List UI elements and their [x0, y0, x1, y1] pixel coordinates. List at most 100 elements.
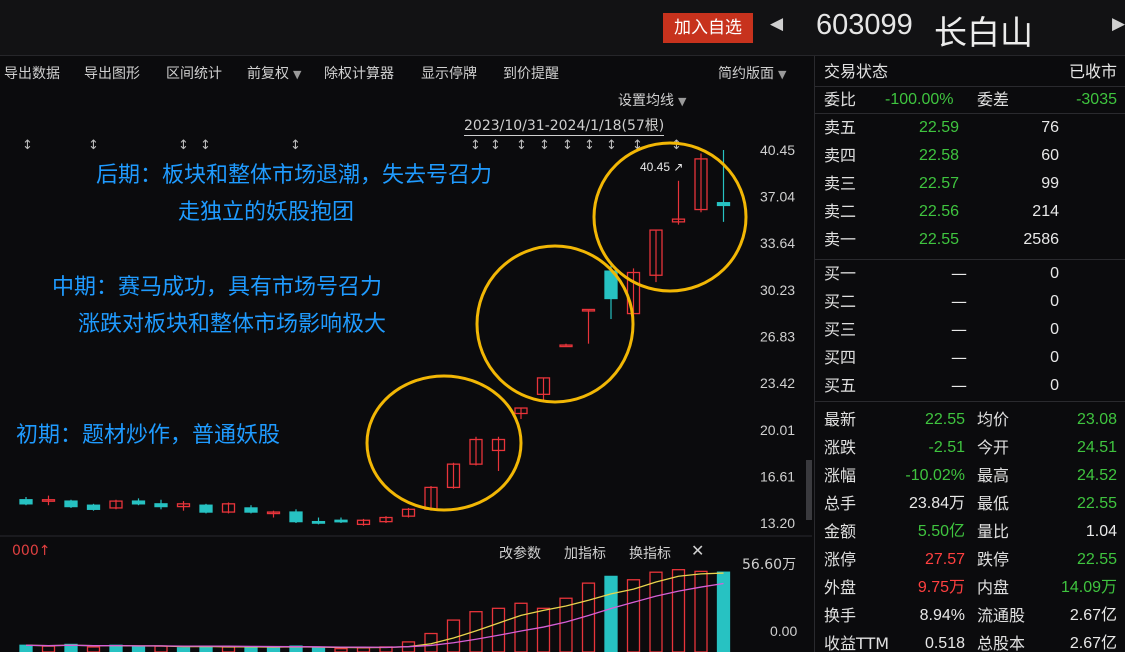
- event-marker-icon[interactable]: ↕: [470, 138, 481, 153]
- event-marker-icon[interactable]: ↕: [178, 138, 189, 153]
- stat-value: 5.50亿: [917, 523, 965, 540]
- volume-bar: [491, 607, 506, 652]
- buy-level-price: —: [951, 292, 967, 311]
- sell-level-volume: 2586: [1023, 231, 1059, 248]
- y-tick-label: 13.20: [760, 515, 795, 531]
- stat-label: 收益TTM: [824, 634, 890, 652]
- event-marker-icon[interactable]: ↕: [539, 138, 550, 153]
- buy-level-label: 买五: [824, 376, 857, 395]
- switch-indicator-button[interactable]: 换指标: [629, 543, 671, 563]
- stat-label: 内盘: [977, 578, 1010, 597]
- event-marker-icon[interactable]: ↕: [22, 138, 33, 153]
- candle: [154, 499, 168, 510]
- mid-stage-annotation-line2: 涨跌对板块和整体市场影响极大: [78, 312, 387, 337]
- volume-bar: [266, 647, 281, 652]
- candle: [401, 507, 416, 518]
- volume-bar: [221, 646, 236, 652]
- stat-label: 涨停: [824, 550, 857, 569]
- volume-bar: [19, 644, 33, 652]
- buy-level-volume: 0: [1050, 265, 1059, 282]
- next-stock-arrow-icon[interactable]: ▶: [1112, 14, 1125, 34]
- sell-level-label: 卖二: [824, 202, 857, 221]
- stat-value: 24.51: [1076, 439, 1117, 456]
- candle: [356, 518, 371, 526]
- sell-level-price: 22.55: [919, 231, 960, 248]
- stat-label: 涨跌: [824, 438, 857, 457]
- stat-label: 外盘: [824, 578, 857, 597]
- volume-bar: [244, 646, 258, 652]
- candle-body: [86, 504, 101, 510]
- sell-level-volume: 60: [1041, 147, 1059, 164]
- event-marker-icon[interactable]: ↕: [200, 138, 211, 153]
- volume-bar: [131, 646, 146, 652]
- event-marker-icon[interactable]: ↕: [290, 138, 301, 153]
- volume-bar: [356, 647, 371, 652]
- bid-ask-diff-value: -3035: [1076, 91, 1117, 108]
- candle: [446, 462, 461, 489]
- change-params-button[interactable]: 改参数: [499, 543, 541, 563]
- stat-label: 换手: [824, 606, 857, 625]
- candle: [64, 499, 78, 508]
- event-marker-icon[interactable]: ↕: [490, 138, 501, 153]
- stat-value: 2.67亿: [1069, 635, 1117, 652]
- sell-level-price: 22.59: [919, 119, 960, 136]
- volume-bar: [154, 645, 168, 652]
- candle: [671, 180, 686, 225]
- volume-ma5-line: [25, 572, 724, 649]
- y-tick-label: 20.01: [760, 422, 795, 438]
- event-marker-icon[interactable]: ↕: [562, 138, 573, 153]
- volume-bar: [311, 647, 326, 652]
- volume-bar: [604, 575, 618, 652]
- stat-value: 2.67亿: [1069, 607, 1117, 624]
- add-indicator-button[interactable]: 加指标: [564, 543, 606, 563]
- quote-panel: 交易状态 已收市 委比 -100.00% 委差 -3035 卖五 22.59 76 卖…: [814, 56, 1125, 652]
- stat-value: 0.518: [924, 635, 965, 652]
- event-marker-icon[interactable]: ↕: [671, 138, 682, 153]
- buy-level-label: 买四: [824, 348, 857, 367]
- volume-ma10-line: [25, 582, 724, 648]
- y-tick-label: 37.04: [760, 189, 795, 205]
- candle: [694, 153, 708, 213]
- late-stage-annotation-line2: 走独立的妖股抱团: [178, 200, 355, 225]
- stat-value: 22.55: [1076, 551, 1117, 568]
- stat-label: 跌停: [977, 550, 1010, 569]
- mid-stage-annotation-line1: 中期：赛马成功，具有市场号召力: [52, 275, 383, 300]
- candle-body: [19, 499, 33, 505]
- candle: [19, 496, 33, 506]
- buy-level-price: —: [951, 264, 967, 283]
- candle: [109, 499, 123, 510]
- late-stage-annotation-line1: 后期：板块和整体市场退潮，失去号召力: [96, 163, 493, 188]
- buy-level-volume: 0: [1050, 293, 1059, 310]
- candle: [536, 377, 551, 403]
- event-marker-icon[interactable]: ↕: [606, 138, 617, 153]
- y-tick-label: 16.61: [760, 468, 795, 484]
- event-marker-icon[interactable]: ↕: [516, 138, 527, 153]
- volume-indicator-label[interactable]: 000↑: [12, 543, 50, 559]
- volume-bar: [334, 647, 348, 652]
- candle: [514, 407, 528, 419]
- trade-status-value: 已收市: [1068, 62, 1117, 81]
- buy-level-price: —: [951, 320, 967, 339]
- candle: [244, 505, 258, 514]
- y-tick-label: 33.64: [760, 235, 795, 251]
- volume-bar: [581, 582, 596, 652]
- event-marker-icon[interactable]: ↕: [88, 138, 99, 153]
- volume-bar: [514, 602, 528, 652]
- stat-value: 24.52: [1076, 467, 1117, 484]
- stat-value: 8.94%: [919, 607, 965, 624]
- stat-value: 14.09万: [1060, 579, 1117, 596]
- candle-body: [716, 202, 731, 207]
- volume-min-label: 0.00: [770, 623, 797, 639]
- bid-ask-diff-label: 委差: [977, 90, 1010, 109]
- volume-bar: [671, 569, 686, 652]
- candle-body: [334, 519, 348, 523]
- candle: [559, 343, 573, 348]
- event-marker-icon[interactable]: ↕: [584, 138, 595, 153]
- sell-level-price: 22.58: [919, 147, 960, 164]
- volume-bar: [41, 645, 56, 652]
- candle: [41, 495, 56, 506]
- scroll-handle[interactable]: [806, 460, 812, 520]
- candle: [289, 509, 303, 523]
- close-icon[interactable]: ✕: [691, 541, 704, 560]
- candle: [176, 501, 191, 511]
